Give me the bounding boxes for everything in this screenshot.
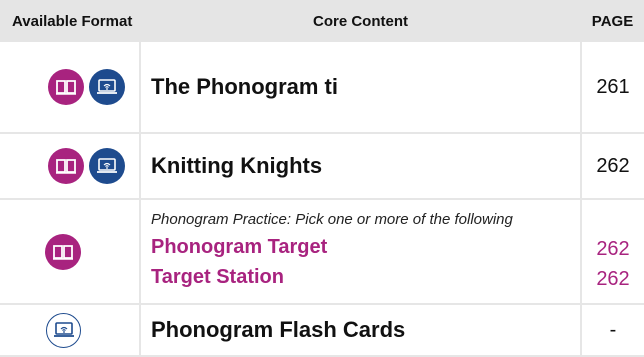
book-icon — [48, 69, 84, 105]
format-cell — [0, 42, 141, 134]
format-cell — [0, 199, 141, 305]
format-cell — [0, 133, 141, 200]
web-icon — [89, 148, 125, 184]
header-page: PAGE — [581, 0, 644, 42]
practice-note: Phonogram Practice: Pick one or more of … — [151, 211, 513, 228]
table-row: Phonogram Flash Cards - — [0, 304, 644, 357]
content-cell: Phonogram Flash Cards — [140, 304, 581, 357]
page-number: 261 — [580, 42, 644, 134]
format-cell — [0, 304, 141, 357]
lesson-table: Available Format Core Content PAGE The P… — [0, 0, 644, 357]
activity-title: Knitting Knights — [151, 153, 323, 178]
page-cell: 262 262 — [580, 199, 644, 305]
book-icon — [48, 148, 84, 184]
web-icon — [46, 312, 81, 348]
header-content: Core Content — [140, 0, 581, 42]
activity-title: The Phonogram ti — [151, 74, 338, 99]
content-cell: The Phonogram ti — [140, 42, 581, 134]
option-title: Phonogram Target — [151, 236, 328, 258]
page-number: 262 — [596, 237, 630, 260]
activity-title: Phonogram Flash Cards — [151, 317, 406, 342]
web-icon — [89, 69, 125, 105]
content-cell: Knitting Knights — [140, 133, 581, 200]
table-row: The Phonogram ti 261 — [0, 42, 644, 134]
content-cell: Phonogram Practice: Pick one or more of … — [140, 199, 581, 305]
table-row: Phonogram Practice: Pick one or more of … — [0, 199, 644, 305]
header-row: Available Format Core Content PAGE — [0, 0, 644, 42]
table-row: Knitting Knights 262 — [0, 133, 644, 200]
option-title: Target Station — [151, 266, 284, 288]
header-format: Available Format — [0, 0, 140, 42]
page-number: 262 — [580, 133, 644, 200]
book-icon — [45, 233, 81, 270]
page-number: 262 — [596, 267, 630, 290]
page-number: - — [580, 304, 644, 357]
